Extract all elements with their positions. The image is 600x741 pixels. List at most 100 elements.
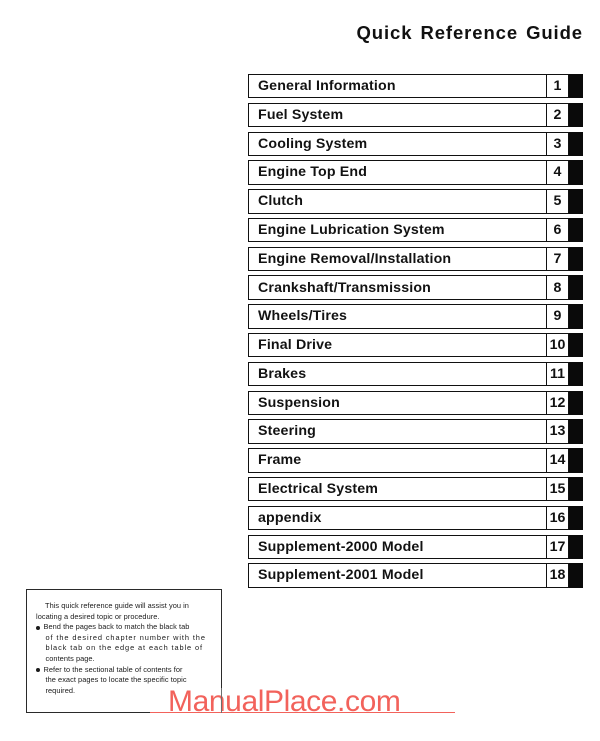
chapter-black-tab (569, 304, 583, 329)
chapter-name: Electrical System (258, 481, 379, 498)
chapter-row[interactable]: Wheels/Tires 9 (248, 304, 583, 329)
chapter-name: Steering (258, 423, 316, 440)
chapter-black-tab (569, 246, 583, 272)
chapter-name: Cooling System (258, 135, 368, 152)
page-title: Quick Reference Guide (356, 22, 583, 43)
chapter-number-cell[interactable]: 12 (546, 390, 569, 415)
chapter-black-tab (569, 448, 583, 473)
watermark-strike-line (150, 712, 455, 714)
chapter-black-tab (569, 102, 583, 128)
chapter-number: 6 (553, 222, 562, 238)
chapter-number: 16 (549, 509, 566, 526)
note-bullet-1-line-1: Bend the pages back to match the black t… (43, 622, 190, 632)
chapter-row[interactable]: Supplement-2001 Model 18 (248, 563, 583, 588)
note-intro-line-2: locating a desired topic or procedure. (36, 611, 160, 621)
chapter-name-cell[interactable]: appendix (248, 505, 546, 531)
note-bullet-1-line-4: contents page. (45, 653, 95, 663)
chapter-number-cell[interactable]: 15 (546, 476, 569, 502)
chapter-name: Frame (258, 452, 302, 469)
chapter-row[interactable]: Frame 14 (248, 448, 583, 473)
chapter-name: appendix (258, 509, 322, 526)
chapter-number-cell[interactable]: 18 (546, 563, 569, 588)
chapter-name-cell[interactable]: Fuel System (248, 102, 546, 128)
chapter-number: 3 (553, 135, 562, 152)
chapter-black-tab (569, 217, 583, 243)
chapter-number-cell[interactable]: 10 (546, 333, 569, 358)
chapter-number-cell[interactable]: 14 (546, 448, 569, 473)
chapter-name-cell[interactable]: Cooling System (248, 131, 546, 156)
chapter-row[interactable]: Engine Lubrication System 6 (248, 217, 583, 243)
chapter-black-tab (569, 333, 583, 358)
chapter-name: Engine Removal/Installation (258, 250, 452, 267)
chapter-number: 18 (549, 567, 566, 584)
chapter-row[interactable]: Electrical System 15 (248, 476, 583, 502)
chapter-row[interactable]: Fuel System 2 (248, 102, 583, 128)
chapter-name-cell[interactable]: Engine Top End (248, 160, 546, 185)
chapter-row[interactable]: Steering 13 (248, 419, 583, 444)
chapter-number: 2 (553, 106, 562, 123)
chapter-number-cell[interactable]: 16 (546, 505, 569, 531)
chapter-number-cell[interactable]: 2 (546, 102, 569, 128)
chapter-row[interactable]: Clutch 5 (248, 189, 583, 214)
chapter-number: 13 (549, 423, 566, 440)
chapter-number-cell[interactable]: 11 (546, 361, 569, 387)
chapter-number: 5 (553, 193, 562, 210)
chapter-name-cell[interactable]: Wheels/Tires (248, 304, 546, 329)
chapter-name-cell[interactable]: Engine Removal/Installation (248, 246, 546, 272)
chapter-number-cell[interactable]: 13 (546, 419, 569, 444)
chapter-row[interactable]: Engine Top End 4 (248, 160, 583, 185)
chapter-name-cell[interactable]: Final Drive (248, 333, 546, 358)
chapter-black-tab (569, 505, 583, 531)
chapter-name-cell[interactable]: Engine Lubrication System (248, 217, 546, 243)
watermark-vertical-rule (221, 688, 223, 713)
note-intro-line-1: This quick reference guide will assist y… (45, 601, 189, 610)
bullet-dot-icon (36, 667, 41, 673)
chapter-number: 12 (549, 394, 566, 411)
chapter-name: Final Drive (258, 337, 333, 354)
chapter-row[interactable]: Final Drive 10 (248, 333, 583, 358)
chapter-row[interactable]: Supplement-2000 Model 17 (248, 534, 583, 559)
chapter-number-cell[interactable]: 4 (546, 160, 569, 185)
chapter-name-cell[interactable]: Crankshaft/Transmission (248, 275, 546, 300)
chapter-row[interactable]: Suspension 12 (248, 390, 583, 415)
chapter-number-cell[interactable]: 8 (546, 275, 569, 300)
chapter-name-cell[interactable]: Brakes (248, 361, 546, 387)
chapter-name-cell[interactable]: Electrical System (248, 476, 546, 502)
chapter-black-tab (569, 131, 583, 156)
chapter-name-cell[interactable]: Frame (248, 448, 546, 473)
chapter-number-cell[interactable]: 5 (546, 189, 569, 214)
chapter-name-cell[interactable]: General Information (248, 74, 546, 99)
chapter-number-cell[interactable]: 1 (546, 74, 569, 99)
chapter-row[interactable]: Cooling System 3 (248, 131, 583, 156)
chapter-number: 1 (553, 78, 562, 95)
chapter-name: Suspension (258, 394, 340, 411)
note-bullet-1-line-2: of the desired chapter number with the (45, 632, 206, 642)
chapter-name: Engine Top End (258, 164, 368, 181)
chapter-name: Crankshaft/Transmission (258, 279, 431, 296)
chapter-number: 11 (550, 365, 565, 382)
chapter-number: 7 (553, 250, 562, 267)
chapter-row[interactable]: Crankshaft/Transmission 8 (248, 275, 583, 300)
chapter-name-cell[interactable]: Clutch (248, 189, 546, 214)
chapter-black-tab (569, 361, 583, 387)
chapter-name-cell[interactable]: Supplement-2001 Model (248, 563, 546, 588)
chapter-row[interactable]: Brakes 11 (248, 361, 583, 387)
chapter-name: Supplement-2001 Model (258, 567, 424, 584)
note-bullet-2-line-1: Refer to the sectional table of contents… (43, 664, 183, 674)
chapter-name-cell[interactable]: Suspension (248, 390, 546, 415)
chapter-number-cell[interactable]: 17 (546, 534, 569, 559)
chapter-number-cell[interactable]: 9 (546, 304, 569, 329)
chapter-name-cell[interactable]: Steering (248, 419, 546, 444)
bullet-dot-icon (36, 625, 41, 630)
chapter-number: 8 (553, 279, 562, 296)
chapter-row[interactable]: appendix 16 (248, 505, 583, 531)
chapter-number-cell[interactable]: 7 (546, 246, 569, 272)
chapter-reference-table: General Information 1 Fuel System 2 Cooling … (248, 74, 583, 592)
chapter-name: Clutch (258, 193, 304, 210)
chapter-row[interactable]: Engine Removal/Installation 7 (248, 246, 583, 272)
chapter-number-cell[interactable]: 6 (546, 217, 569, 243)
chapter-name-cell[interactable]: Supplement-2000 Model (248, 534, 546, 559)
chapter-name: Brakes (258, 365, 307, 382)
chapter-row[interactable]: General Information 1 (248, 74, 583, 99)
chapter-number-cell[interactable]: 3 (546, 131, 569, 156)
